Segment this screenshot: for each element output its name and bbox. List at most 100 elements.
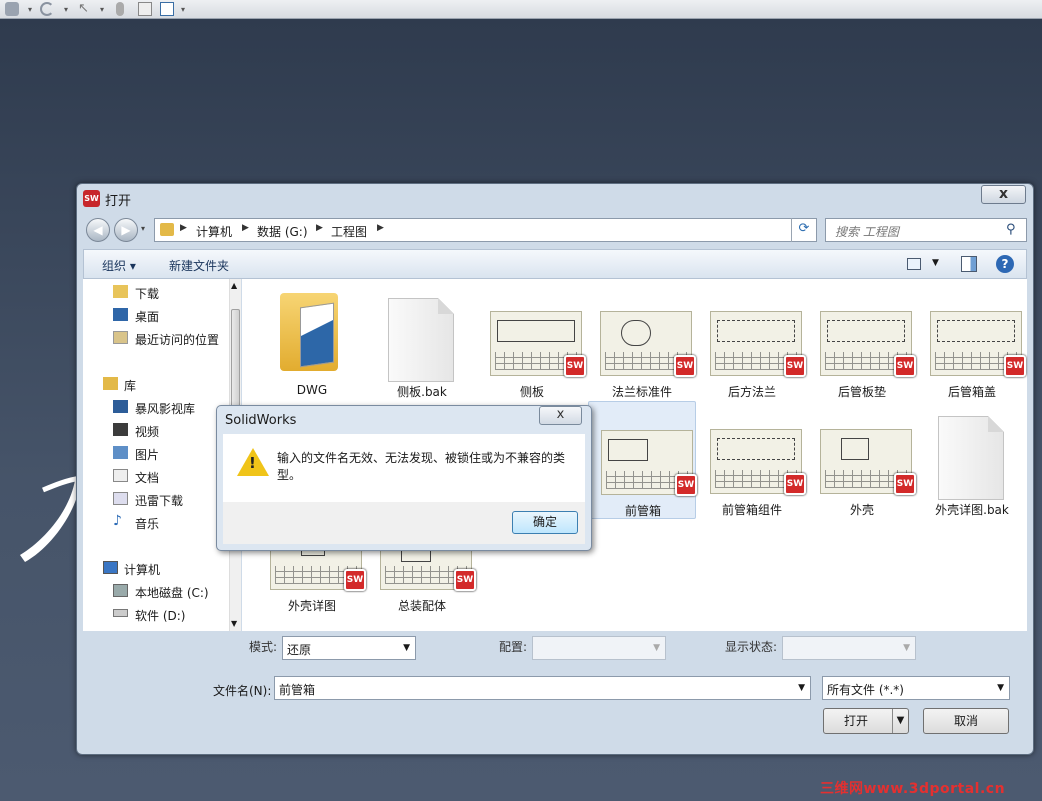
undo-dropdown-icon[interactable]: ▾ [64, 5, 68, 14]
breadcrumb-computer[interactable]: 计算机 [196, 223, 232, 240]
file-item[interactable]: SW 后方法兰 [698, 283, 806, 401]
select-pointer-icon[interactable]: ↖ [78, 2, 92, 16]
nav-item-drive-c[interactable]: 本地磁盘 (C:) [135, 584, 209, 601]
page-fold [438, 298, 454, 314]
close-button[interactable]: x [981, 185, 1026, 204]
nav-item-xunlei-downloads[interactable]: 迅雷下载 [135, 492, 183, 509]
breadcrumb-separator-icon[interactable]: ▶ [316, 223, 323, 233]
breadcrumb-drawings[interactable]: 工程图 [331, 223, 367, 240]
message-box-footer: 确定 [223, 502, 585, 544]
select-dropdown-icon[interactable]: ▾ [100, 5, 104, 14]
file-item-selected[interactable]: SW 前管箱 [588, 401, 697, 519]
rebuild-icon[interactable] [116, 2, 124, 16]
file-item-folder[interactable]: DWG [258, 283, 366, 401]
recent-places-icon [113, 331, 128, 344]
chevron-down-icon[interactable]: ▼ [798, 683, 805, 693]
scroll-down-icon[interactable]: ▼ [231, 619, 237, 628]
mode-select[interactable]: 还原 ▼ [282, 636, 416, 660]
download-folder-icon [113, 285, 128, 298]
config-label: 配置: [499, 640, 528, 654]
solidworks-badge-icon: SW [564, 355, 586, 377]
forward-button[interactable]: ▶ [114, 218, 138, 242]
file-name: 侧板 [519, 385, 544, 399]
nav-item-libraries[interactable]: 库 [124, 377, 136, 394]
app-toolbar: ▾ ▾ ↖ ▾ ▾ [0, 0, 1042, 19]
new-folder-button[interactable]: 新建文件夹 [169, 257, 229, 274]
nav-item-documents[interactable]: 文档 [135, 469, 159, 486]
solidworks-badge-icon: SW [344, 569, 366, 591]
file-name: 后管箱盖 [947, 385, 996, 399]
libraries-icon [103, 377, 118, 390]
dialog-title: 打开 [105, 194, 132, 209]
folder-preview [300, 302, 334, 368]
file-name: 后方法兰 [727, 385, 776, 399]
file-name: 外壳 [849, 503, 874, 517]
drive-c-icon [113, 584, 128, 597]
scroll-up-icon[interactable]: ▲ [231, 281, 237, 290]
breadcrumb-separator-icon[interactable]: ▶ [242, 223, 249, 233]
desktop-icon [113, 308, 128, 321]
file-item[interactable]: SW 法兰标准件 [588, 283, 696, 401]
file-item[interactable]: 侧板.bak [368, 283, 476, 401]
organize-button[interactable]: 组织 ▾ [102, 257, 136, 274]
file-name: 侧板.bak [397, 385, 447, 399]
options-dropdown-icon[interactable]: ▾ [181, 5, 185, 14]
print-dropdown-icon[interactable]: ▾ [28, 5, 32, 14]
recent-locations-dropdown-icon[interactable]: ▾ [141, 224, 145, 233]
file-properties-icon[interactable] [138, 2, 152, 16]
solidworks-badge-icon: SW [1004, 355, 1026, 377]
nav-item-pictures[interactable]: 图片 [135, 446, 159, 463]
refresh-button[interactable]: ⟳ [791, 218, 816, 242]
help-icon[interactable]: ? [996, 255, 1014, 273]
dialog-titlebar[interactable]: SW 打开 x [77, 184, 1033, 212]
nav-item-drive-d[interactable]: 软件 (D:) [135, 607, 185, 624]
options-icon[interactable] [160, 2, 174, 16]
breadcrumb-separator-icon[interactable]: ▶ [180, 223, 187, 233]
file-item[interactable]: SW 外壳 [808, 401, 916, 519]
display-state-select[interactable]: ▼ [782, 636, 916, 660]
mode-label: 模式: [249, 640, 278, 654]
nav-item-video-library[interactable]: 暴风影视库 [135, 400, 195, 417]
file-name: DWG [296, 383, 328, 397]
file-type-select[interactable]: 所有文件 (*.*) ▼ [822, 676, 1010, 700]
nav-item-music[interactable]: 音乐 [135, 515, 159, 532]
config-select[interactable]: ▼ [532, 636, 666, 660]
breadcrumb-separator-icon[interactable]: ▶ [377, 223, 384, 233]
breadcrumb-drive-g[interactable]: 数据 (G:) [257, 223, 308, 240]
cancel-button[interactable]: 取消 [923, 708, 1009, 734]
nav-item-recent-places[interactable]: 最近访问的位置 [135, 331, 219, 348]
address-bar[interactable]: ▶ 计算机 ▶ 数据 (G:) ▶ 工程图 ▶ ▼ [154, 218, 862, 242]
folder-icon [160, 223, 174, 236]
solidworks-badge-icon: SW [675, 474, 697, 496]
file-item[interactable]: SW 前管箱组件 [698, 401, 806, 519]
open-button[interactable]: 打开 ▼ [823, 708, 909, 734]
nav-item-videos[interactable]: 视频 [135, 423, 159, 440]
file-item[interactable]: 外壳详图.bak [918, 401, 1026, 519]
back-button[interactable]: ◀ [86, 218, 110, 242]
file-item[interactable]: SW 后管箱盖 [918, 283, 1026, 401]
filename-input[interactable]: 前管箱 ▼ [274, 676, 811, 700]
ok-button[interactable]: 确定 [512, 511, 578, 534]
print-icon[interactable] [5, 2, 19, 16]
nav-item-desktop[interactable]: 桌面 [135, 308, 159, 325]
mode-value: 还原 [287, 643, 312, 657]
video-library-icon [113, 400, 128, 413]
drive-d-icon [113, 609, 128, 617]
change-view-icon[interactable] [907, 258, 921, 270]
file-name: 前管箱 [624, 504, 661, 518]
file-item[interactable]: SW 后管板垫 [808, 283, 916, 401]
preview-pane-icon[interactable] [961, 256, 977, 272]
nav-item-downloads[interactable]: 下载 [135, 285, 159, 302]
search-icon[interactable]: ⚲ [1006, 222, 1016, 237]
file-type-value: 所有文件 (*.*) [827, 683, 904, 697]
message-box-body: ! 输入的文件名无效、无法发现、被锁住或为不兼容的类型。 [223, 434, 585, 502]
undo-icon[interactable] [40, 2, 54, 16]
nav-item-computer[interactable]: 计算机 [124, 561, 160, 578]
search-input[interactable]: 搜索 工程图 ⚲ [825, 218, 1027, 242]
view-dropdown-icon[interactable]: ▼ [932, 258, 939, 268]
open-split-dropdown-icon[interactable]: ▼ [892, 709, 908, 733]
file-item[interactable]: SW 侧板 [478, 283, 586, 401]
file-name: 外壳详图.bak [935, 503, 1009, 517]
message-box-close-button[interactable]: x [539, 406, 582, 425]
file-name: 前管箱组件 [721, 503, 782, 517]
